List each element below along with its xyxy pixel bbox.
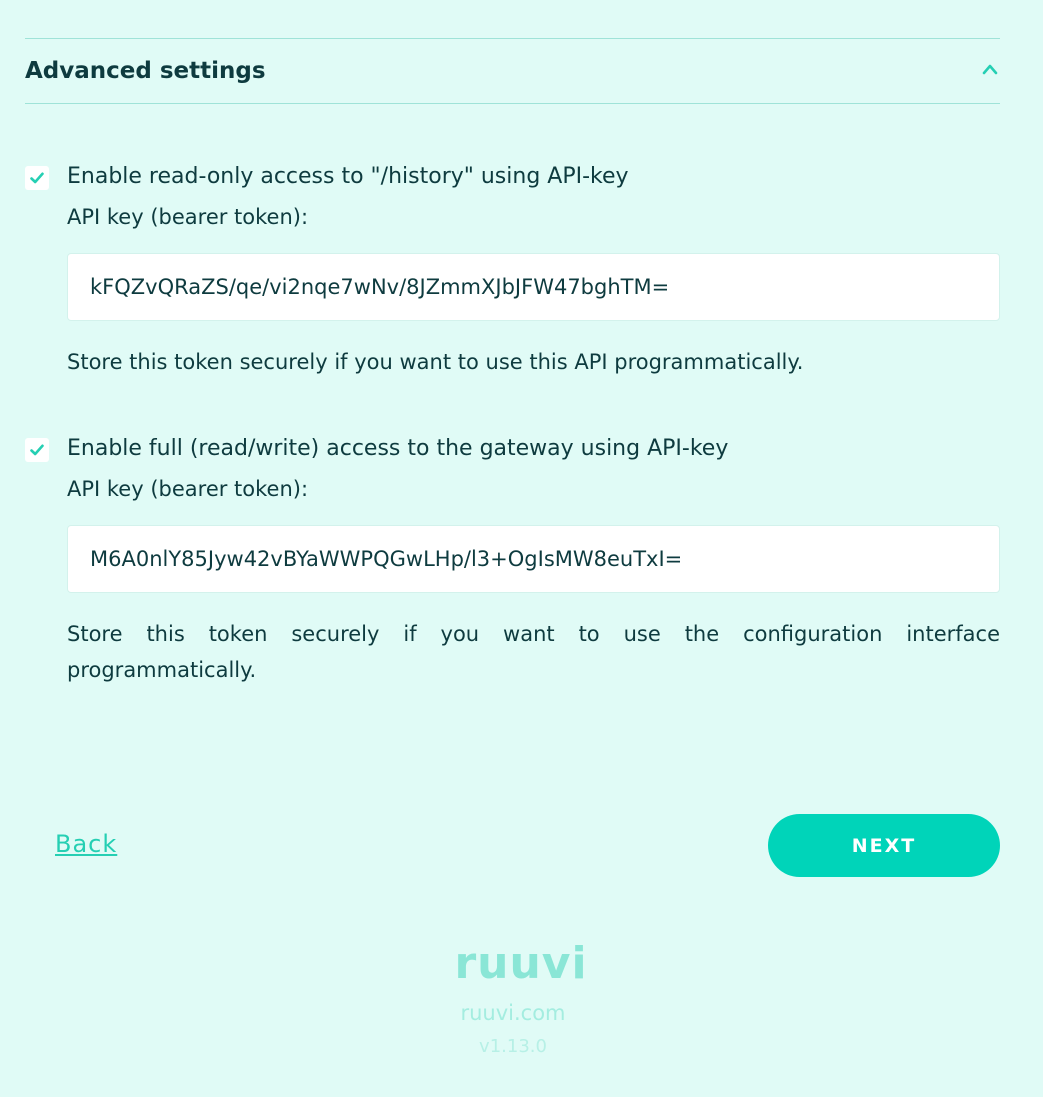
version-label: v1.13.0 [479,1036,547,1057]
checkmark-icon [30,444,44,456]
read-api-key-label: API key (bearer token): [67,205,309,229]
full-access-hint: Store this token securely if you want to… [67,622,1000,682]
read-api-key-input[interactable] [67,253,1000,321]
read-access-checkbox[interactable] [25,166,49,190]
full-access-checkbox[interactable] [25,438,49,462]
checkmark-icon [30,172,44,184]
chevron-up-icon[interactable] [982,63,998,75]
full-api-key-input[interactable] [67,525,1000,593]
next-button[interactable]: NEXT [768,814,1000,877]
back-link[interactable]: Back [55,830,117,858]
read-access-hint: Store this token securely if you want to… [67,350,804,374]
ruuvi-logo: ruuvi [454,938,588,989]
full-api-key-label: API key (bearer token): [67,477,309,501]
read-access-label: Enable read-only access to "/history" us… [67,164,629,189]
ruuvi-website-link[interactable]: ruuvi.com [421,1001,605,1025]
full-access-label: Enable full (read/write) access to the g… [67,436,729,461]
advanced-settings-title: Advanced settings [25,58,266,84]
advanced-settings-header[interactable]: Advanced settings [25,38,1000,104]
